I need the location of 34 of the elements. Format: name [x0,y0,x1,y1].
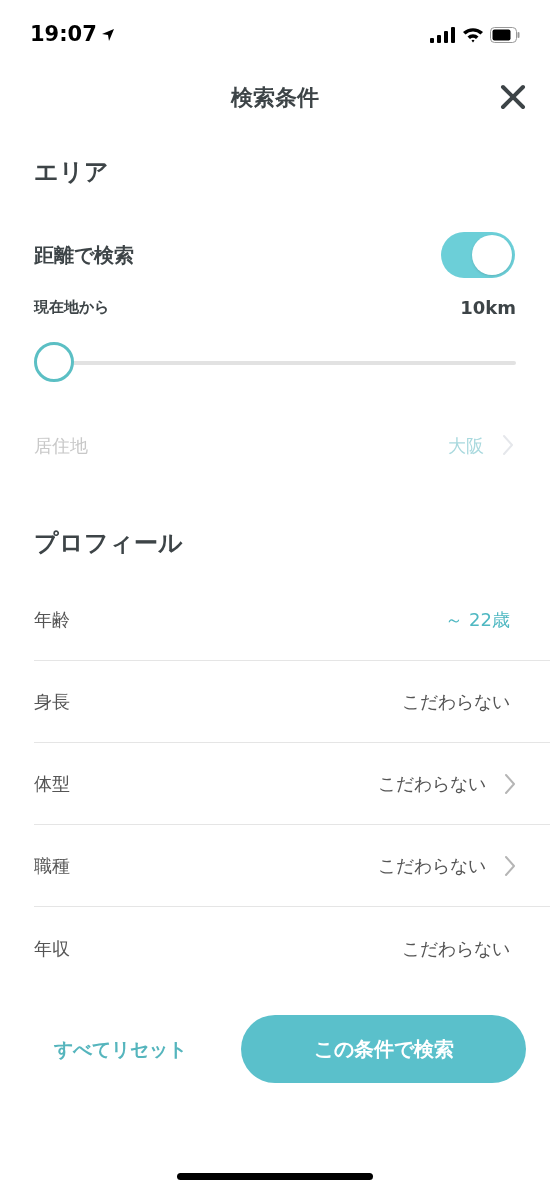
screen-title: 検索条件 [231,83,319,112]
location-arrow-icon [100,28,115,42]
row-label: 身長 [34,690,70,714]
row-value: 大阪 [448,433,484,458]
list-row[interactable]: 年齢 ～ 22歳 [34,579,550,661]
slider-label: 現在地から [34,297,109,319]
wifi-icon [462,27,484,43]
section-heading: プロフィール [34,528,184,559]
row-label: 年収 [34,936,70,961]
slider-reading: 10km [460,296,516,320]
list-row[interactable]: 身長 こだわらない [34,661,550,743]
list-row[interactable]: 年収 こだわらない [34,907,550,989]
row-value: こだわらない [402,690,510,714]
status-time: 19:07 [30,21,97,49]
slider-thumb[interactable] [34,342,74,382]
row-value: こだわらない [402,936,510,961]
signal-icon [430,27,456,43]
close-button[interactable] [498,82,528,112]
row-label: 年齢 [34,608,70,632]
list-row[interactable]: 体型 こだわらない [34,743,550,825]
row-value: こだわらない [378,854,486,878]
row-value: こだわらない [378,772,486,796]
distance-slider[interactable] [34,341,516,385]
row-value: ～ 22歳 [445,608,510,632]
setting-label: 距離で検索 [34,242,134,269]
row-label: 体型 [34,772,70,796]
list-row[interactable]: 職種 こだわらない [34,825,550,907]
chevron-right-icon [504,854,516,877]
chevron-right-icon [502,434,514,456]
battery-icon [490,27,520,43]
toggle-switch[interactable] [441,232,515,278]
section-heading: エリア [34,157,110,188]
row-label: 職種 [34,854,70,878]
chevron-right-icon [504,772,516,795]
